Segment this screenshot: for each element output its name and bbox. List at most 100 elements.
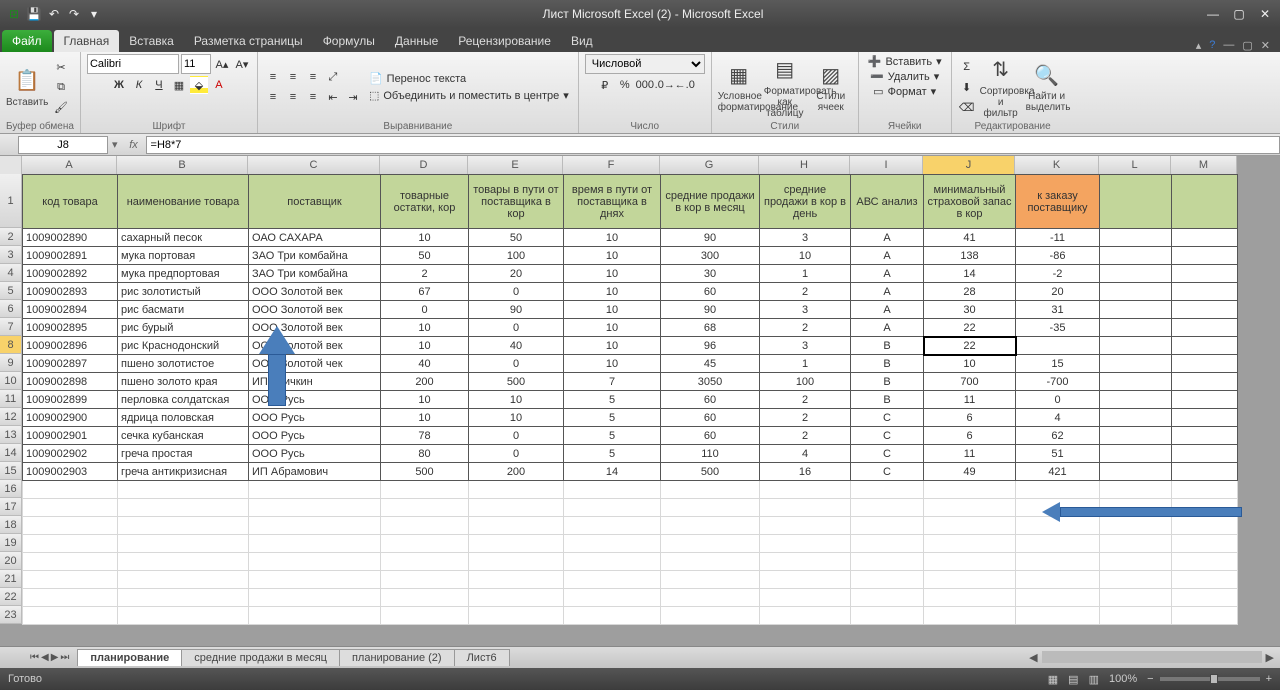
font-color-button[interactable]: A [210, 76, 228, 94]
find-select-button[interactable]: 🔍Найти и выделить [1026, 61, 1068, 113]
cell[interactable] [1172, 175, 1238, 229]
col-head-H[interactable]: H [759, 156, 850, 174]
cell[interactable]: 10 [381, 319, 469, 337]
cell[interactable] [1172, 553, 1238, 571]
cell[interactable] [118, 607, 249, 625]
cell[interactable]: 1009002893 [23, 283, 118, 301]
cell[interactable]: A [851, 301, 924, 319]
cell[interactable] [23, 571, 118, 589]
zoom-level[interactable]: 100% [1109, 673, 1137, 685]
cell[interactable] [564, 535, 661, 553]
cell[interactable]: A [851, 247, 924, 265]
cell[interactable] [1100, 391, 1172, 409]
cell[interactable] [564, 571, 661, 589]
cell[interactable] [1016, 499, 1100, 517]
cell[interactable]: 421 [1016, 463, 1100, 481]
tab-layout[interactable]: Разметка страницы [184, 30, 313, 52]
tab-formulas[interactable]: Формулы [313, 30, 385, 52]
cell[interactable]: 5 [564, 427, 661, 445]
row-head-7[interactable]: 7 [0, 318, 22, 336]
row-head-2[interactable]: 2 [0, 228, 22, 246]
cell[interactable]: 10 [924, 355, 1016, 373]
fill-icon[interactable]: ⬇ [958, 78, 976, 96]
cell[interactable]: 45 [661, 355, 760, 373]
cell[interactable] [23, 607, 118, 625]
cell[interactable]: 10 [381, 337, 469, 355]
row-head-23[interactable]: 23 [0, 606, 22, 624]
cell[interactable]: C [851, 409, 924, 427]
cell[interactable]: 10 [564, 337, 661, 355]
cell[interactable] [1172, 535, 1238, 553]
sheet-tab-2[interactable]: средние продажи в месяц [181, 649, 340, 666]
cell[interactable]: -2 [1016, 265, 1100, 283]
cell[interactable] [1100, 175, 1172, 229]
copy-icon[interactable]: ⧉ [52, 78, 70, 96]
cell[interactable] [469, 517, 564, 535]
cut-icon[interactable]: ✂ [52, 58, 70, 76]
cell[interactable]: ядрица половская [118, 409, 249, 427]
cell[interactable] [760, 517, 851, 535]
cell[interactable] [469, 535, 564, 553]
cell[interactable] [1016, 553, 1100, 571]
cell[interactable]: ЗАО Три комбайна [249, 265, 381, 283]
row-head-17[interactable]: 17 [0, 498, 22, 516]
cell[interactable] [23, 481, 118, 499]
cell[interactable] [118, 571, 249, 589]
header-cell[interactable]: средние продажи в кор в день [760, 175, 851, 229]
cell[interactable] [1172, 283, 1238, 301]
cell[interactable] [1100, 445, 1172, 463]
header-cell[interactable]: минимальный страховой запас в кор [924, 175, 1016, 229]
cell[interactable]: 500 [381, 463, 469, 481]
cell[interactable]: 1 [760, 265, 851, 283]
cell[interactable] [469, 589, 564, 607]
cell[interactable] [1172, 427, 1238, 445]
cell[interactable] [564, 499, 661, 517]
cell[interactable]: 67 [381, 283, 469, 301]
cell[interactable] [118, 517, 249, 535]
cell[interactable] [1100, 607, 1172, 625]
cell[interactable] [760, 589, 851, 607]
align-right-icon[interactable]: ≡ [304, 88, 322, 106]
cell[interactable] [851, 607, 924, 625]
row-head-14[interactable]: 14 [0, 444, 22, 462]
cell[interactable] [1100, 247, 1172, 265]
cell[interactable] [1100, 427, 1172, 445]
cell[interactable] [249, 499, 381, 517]
paste-button[interactable]: 📋 Вставить [6, 67, 48, 108]
zoom-in-button[interactable]: + [1266, 673, 1272, 685]
cell[interactable] [924, 517, 1016, 535]
cell[interactable] [23, 589, 118, 607]
delete-cells-button[interactable]: ➖Удалить ▾ [867, 69, 942, 84]
decrease-decimal-icon[interactable]: ←.0 [676, 76, 694, 94]
col-head-G[interactable]: G [660, 156, 759, 174]
cell[interactable] [1100, 265, 1172, 283]
cell[interactable]: 7 [564, 373, 661, 391]
zoom-out-button[interactable]: − [1147, 673, 1153, 685]
cell[interactable] [1100, 319, 1172, 337]
cell[interactable]: 90 [661, 229, 760, 247]
cell[interactable]: A [851, 319, 924, 337]
cell[interactable]: 200 [381, 373, 469, 391]
cell[interactable]: 0 [469, 283, 564, 301]
cell[interactable]: ИП Птичкин [249, 373, 381, 391]
cell[interactable]: 60 [661, 391, 760, 409]
cell[interactable] [760, 607, 851, 625]
row-head-9[interactable]: 9 [0, 354, 22, 372]
percent-icon[interactable]: % [616, 76, 634, 94]
row-head-21[interactable]: 21 [0, 570, 22, 588]
hscroll-track[interactable] [1042, 651, 1262, 663]
cell[interactable]: рис золотистый [118, 283, 249, 301]
cell[interactable]: 10 [760, 247, 851, 265]
cell[interactable] [1172, 337, 1238, 355]
sheet-nav-first-icon[interactable]: ⏮ [30, 652, 39, 663]
cell[interactable] [1172, 409, 1238, 427]
header-cell[interactable]: поставщик [249, 175, 381, 229]
format-painter-icon[interactable]: 🖌 [52, 98, 70, 116]
cell[interactable]: 10 [469, 391, 564, 409]
cell[interactable] [1016, 517, 1100, 535]
cell[interactable] [381, 499, 469, 517]
cell[interactable] [1172, 481, 1238, 499]
cell[interactable]: 20 [1016, 283, 1100, 301]
select-all-corner[interactable] [0, 156, 22, 174]
ribbon-minimize-icon[interactable]: ▴ [1196, 39, 1202, 52]
